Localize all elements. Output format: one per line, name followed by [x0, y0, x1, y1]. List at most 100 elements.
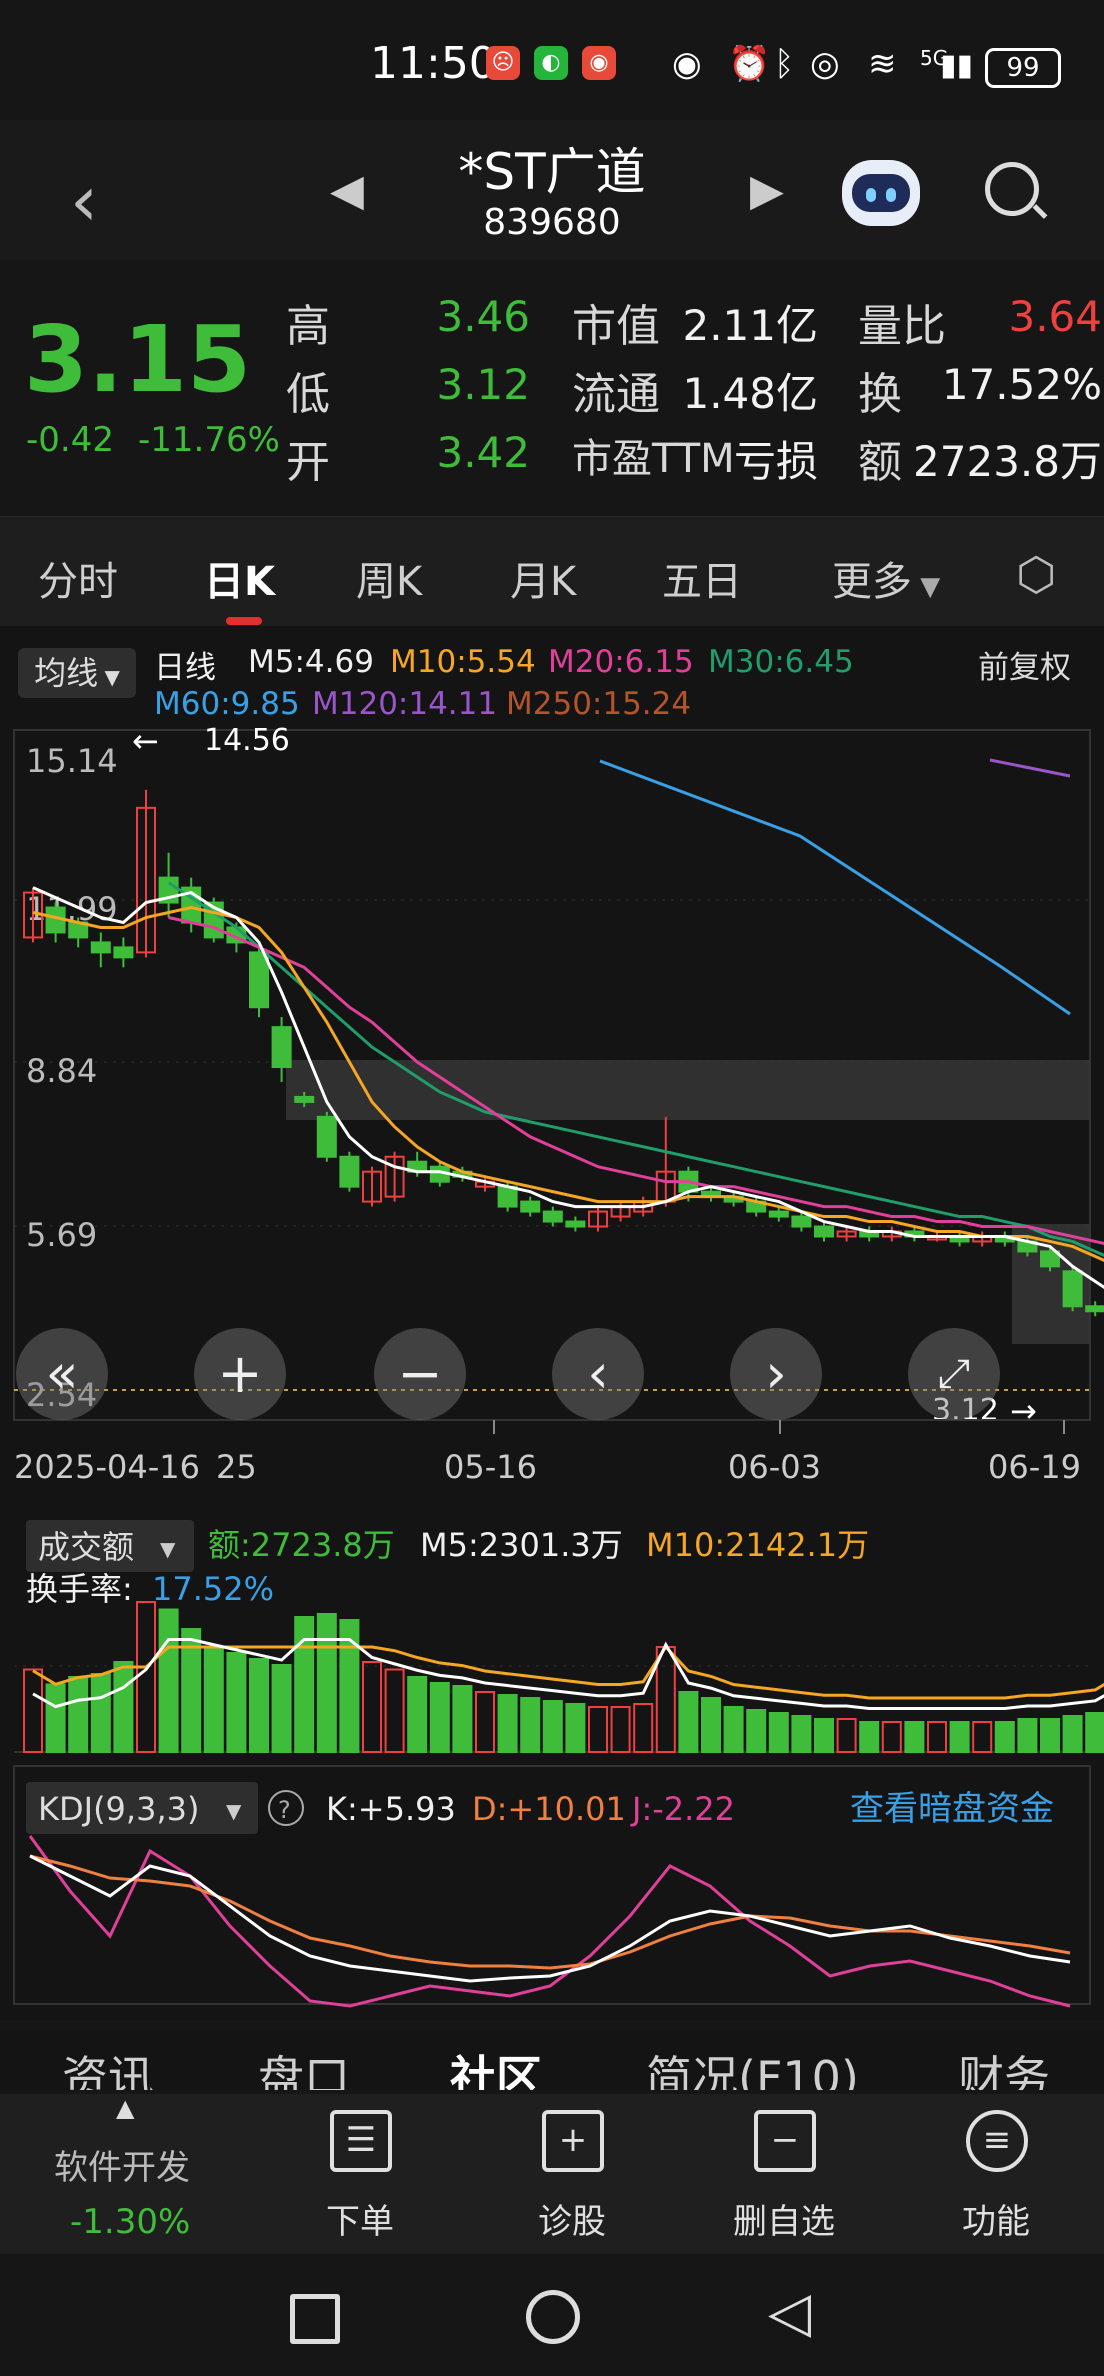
- alarm-icon: ⏰: [728, 44, 771, 84]
- ai-assistant-icon[interactable]: [842, 160, 920, 226]
- y-tick-label: 8.84: [26, 1052, 97, 1090]
- tab-weekly-k[interactable]: 周K: [356, 549, 422, 607]
- tab-daily-k[interactable]: 日K: [204, 549, 275, 607]
- help-icon-glyph: ?: [278, 1796, 291, 1824]
- candlestick: [542, 1210, 563, 1223]
- turnover-label: 换: [858, 369, 902, 420]
- volume-m10: M10:2142.1万: [646, 1526, 869, 1564]
- kdj-k-value: K:+5.93: [326, 1790, 456, 1828]
- home-icon[interactable]: [526, 2290, 580, 2344]
- candlestick: [294, 1095, 315, 1103]
- volume-m5: M5:2301.3万: [420, 1526, 623, 1564]
- bottom-action-bar: ▲ 软件开发 -1.30% ☰ 下单 + 诊股 − 删自选 ≡ 功能: [0, 2094, 1104, 2254]
- tab-intraday[interactable]: 分时: [38, 549, 118, 607]
- candlestick: [249, 951, 269, 1009]
- volume-bar: [565, 1703, 586, 1753]
- tab-more[interactable]: 更多 ▼: [832, 549, 940, 607]
- document-icon: ☰: [330, 2110, 392, 2172]
- volume-ratio-label: 量比: [858, 301, 946, 352]
- low-label: 低: [286, 369, 330, 420]
- sector-name[interactable]: 软件开发: [54, 2140, 190, 2189]
- back-nav-icon[interactable]: ◁: [768, 2280, 811, 2345]
- zoom-out-button[interactable]: −: [374, 1328, 466, 1420]
- dark-pool-link[interactable]: 查看暗盘资金: [850, 1789, 1054, 1829]
- volume-bar: [203, 1646, 224, 1753]
- volume-bar: [384, 1668, 405, 1753]
- volume-bar: [271, 1664, 292, 1753]
- volume-ratio-value: 3.64: [1008, 292, 1102, 341]
- y-tick-label: 5.69: [26, 1216, 97, 1254]
- open-value: 3.42: [436, 428, 530, 477]
- order-button[interactable]: ☰ 下单: [280, 2110, 440, 2250]
- tab-order-book[interactable]: 盘口: [258, 2042, 350, 2090]
- diagnose-button[interactable]: + 诊股: [492, 2110, 652, 2250]
- notification-app-icon: ☹: [486, 46, 520, 80]
- active-tab-indicator: [226, 617, 262, 625]
- tab-news[interactable]: 资讯: [62, 2042, 154, 2090]
- float-cap-value: 1.48亿: [682, 369, 818, 418]
- search-icon[interactable]: [985, 162, 1039, 216]
- volume-bar: [520, 1697, 541, 1753]
- remove-watchlist-button[interactable]: − 删自选: [704, 2110, 864, 2250]
- eye-icon: ◉: [672, 44, 702, 84]
- x-tick-label: 06-19: [988, 1448, 1081, 1486]
- sector-change: -1.30%: [70, 2202, 191, 2242]
- volume-bar: [655, 1646, 676, 1753]
- x-tick-label: 2025-04-16: [14, 1448, 200, 1486]
- tab-f10[interactable]: 简况(F10): [646, 2042, 859, 2090]
- kdj-selector-label: KDJ(9,3,3): [38, 1790, 199, 1828]
- volume-bar: [68, 1676, 89, 1753]
- tab-community[interactable]: 社区: [450, 2042, 542, 2090]
- scroll-left-button[interactable]: ‹: [552, 1328, 644, 1420]
- volume-bar: [768, 1712, 789, 1753]
- candlestick: [113, 946, 134, 959]
- menu-circle-icon: ≡: [966, 2110, 1028, 2172]
- volume-bar: [746, 1709, 767, 1753]
- hotspot-icon: ◎: [810, 44, 840, 84]
- chevron-down-icon: ▼: [160, 1537, 176, 1561]
- volume-bar: [994, 1721, 1015, 1753]
- volume-bar: [701, 1697, 721, 1753]
- float-cap-label: 流通: [572, 369, 660, 420]
- remove-watchlist-label: 删自选: [733, 2202, 835, 2242]
- volume-bar: [90, 1673, 111, 1753]
- volume-bar: [294, 1616, 315, 1753]
- tab-more-label: 更多: [832, 559, 912, 605]
- tab-five-day[interactable]: 五日: [662, 549, 742, 607]
- turnover-rate-label: 换手率:: [26, 1570, 133, 1608]
- volume-bar: [881, 1721, 902, 1753]
- low-marker-arrow: →: [1010, 1392, 1037, 1430]
- recent-apps-icon[interactable]: [290, 2294, 340, 2344]
- zoom-in-button[interactable]: +: [194, 1328, 286, 1420]
- scroll-right-button[interactable]: ›: [730, 1328, 822, 1420]
- kdj-j-value: J:-2.22: [630, 1790, 735, 1828]
- scroll-far-left-button[interactable]: «: [16, 1328, 108, 1420]
- wifi-icon: ≋: [868, 44, 897, 84]
- kline-svg[interactable]: 15.14 11.99 8.84 5.69 2.54 ← 14.56 3.12 …: [0, 626, 1104, 2020]
- chevron-down-icon: ▼: [912, 572, 941, 602]
- volume-bar: [859, 1721, 880, 1753]
- volume-bar: [452, 1685, 473, 1753]
- settings-icon[interactable]: ⬡: [1016, 547, 1056, 601]
- next-stock-icon[interactable]: ▶: [750, 165, 784, 216]
- volume-bar: [927, 1721, 947, 1753]
- expand-up-icon[interactable]: ▲: [116, 2094, 134, 2122]
- stock-name: *ST广道: [458, 143, 646, 201]
- stock-header: ‹ ◀ *ST广道 839680 ▶: [0, 120, 1104, 260]
- tab-finance[interactable]: 财务: [958, 2042, 1050, 2090]
- tab-monthly-k[interactable]: 月K: [510, 549, 576, 607]
- minus-box-icon: −: [754, 2110, 816, 2172]
- volume-bar: [45, 1683, 66, 1753]
- kdj-lines: [28, 1835, 1071, 2008]
- turnover-rate-value: 17.52%: [152, 1570, 274, 1608]
- fullscreen-button[interactable]: ⤢: [908, 1328, 1000, 1420]
- chart-period-tabs: 分时 日K 周K 月K 五日 更多 ▼ ⬡: [0, 516, 1104, 627]
- functions-button[interactable]: ≡ 功能: [916, 2110, 1076, 2250]
- status-bar: 11:50 ☹ ◐ ◉ ◉ ⏰ ᛒ ◎ ≋ 5G ▮▮ 99: [0, 0, 1104, 120]
- notification-app-icon-2: ◉: [582, 46, 616, 80]
- ma60-line: [599, 759, 1071, 1016]
- candlestick: [768, 1210, 789, 1218]
- volume-bar: [249, 1658, 269, 1753]
- volume-bar: [362, 1661, 382, 1753]
- volume-bar: [633, 1703, 654, 1753]
